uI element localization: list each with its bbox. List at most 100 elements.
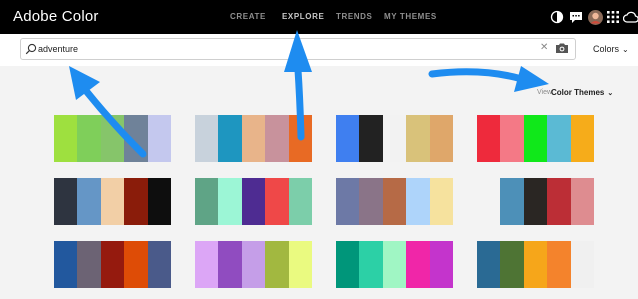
color-swatch xyxy=(241,178,266,225)
color-swatch xyxy=(406,178,430,225)
color-theme-card[interactable] xyxy=(477,241,595,288)
color-swatch xyxy=(218,241,242,288)
color-theme-card[interactable] xyxy=(54,178,172,225)
color-swatch xyxy=(195,115,219,162)
color-swatch xyxy=(147,115,172,162)
color-swatch xyxy=(359,178,383,225)
color-theme-card[interactable] xyxy=(195,115,313,162)
color-swatch xyxy=(429,241,454,288)
color-swatch xyxy=(382,178,407,225)
chat-glyph xyxy=(570,11,582,23)
color-swatch xyxy=(547,178,571,225)
color-swatch xyxy=(288,115,313,162)
color-swatch xyxy=(336,115,360,162)
color-swatch xyxy=(241,241,266,288)
color-swatch xyxy=(477,241,501,288)
color-swatch xyxy=(124,178,148,225)
creative-cloud-icon[interactable] xyxy=(623,9,638,25)
color-swatch xyxy=(547,241,571,288)
app-title[interactable]: Adobe Color xyxy=(13,8,99,25)
chevron-down-icon: ⌄ xyxy=(607,90,614,97)
color-swatch xyxy=(195,241,219,288)
color-swatch xyxy=(382,241,407,288)
apps-grid-glyph xyxy=(607,11,619,23)
color-swatch xyxy=(100,178,125,225)
color-theme-card[interactable] xyxy=(336,241,454,288)
color-swatch xyxy=(147,178,172,225)
color-swatch xyxy=(547,115,571,162)
color-swatch xyxy=(124,241,148,288)
color-theme-card[interactable] xyxy=(477,115,595,162)
nav-explore[interactable]: EXPLORE xyxy=(282,12,324,21)
color-swatch xyxy=(570,241,595,288)
color-swatch xyxy=(429,178,454,225)
colors-filter-dropdown[interactable]: Colors ⌄ xyxy=(593,44,629,54)
color-theme-card[interactable] xyxy=(195,178,313,225)
view-dropdown-value: Color Themes xyxy=(551,88,605,97)
chevron-down-icon: ⌄ xyxy=(622,45,629,54)
color-theme-card[interactable] xyxy=(336,178,454,225)
theme-toggle-icon[interactable] xyxy=(549,9,565,25)
color-swatch xyxy=(195,178,219,225)
nav-trends[interactable]: TRENDS xyxy=(336,12,373,21)
clear-search-icon[interactable]: ✕ xyxy=(540,42,548,53)
creative-cloud-glyph xyxy=(623,11,638,23)
nav-create[interactable]: CREATE xyxy=(230,12,266,21)
color-swatch xyxy=(359,241,383,288)
color-swatch xyxy=(218,115,242,162)
color-swatch xyxy=(77,178,101,225)
colors-filter-label: Colors xyxy=(593,44,620,54)
color-swatch xyxy=(359,115,383,162)
color-swatch xyxy=(570,178,595,225)
color-swatch xyxy=(54,241,78,288)
adobe-color-window: Adobe Color CREATE EXPLORE TRENDS MY THE… xyxy=(0,0,638,299)
color-swatch xyxy=(218,178,242,225)
chat-icon[interactable] xyxy=(568,9,584,25)
color-swatch xyxy=(100,115,125,162)
color-swatch xyxy=(406,115,430,162)
view-dropdown[interactable]: Color Themes ⌄ xyxy=(551,88,613,97)
color-swatch xyxy=(265,241,289,288)
search-icon xyxy=(25,43,37,55)
color-swatch xyxy=(265,178,289,225)
color-swatch xyxy=(100,241,125,288)
color-theme-card[interactable] xyxy=(54,115,172,162)
view-label: View xyxy=(537,89,553,96)
color-swatch xyxy=(241,115,266,162)
color-swatch xyxy=(406,241,430,288)
color-swatch xyxy=(500,178,524,225)
search-input[interactable] xyxy=(38,41,478,57)
color-swatch xyxy=(477,178,501,225)
color-swatch xyxy=(570,115,595,162)
color-swatch xyxy=(382,115,407,162)
color-swatch xyxy=(336,241,360,288)
avatar-image xyxy=(587,9,603,25)
top-navigation-bar: Adobe Color CREATE EXPLORE TRENDS MY THE… xyxy=(0,0,638,34)
color-theme-card[interactable] xyxy=(477,178,595,225)
color-swatch xyxy=(54,178,78,225)
color-swatch xyxy=(500,115,524,162)
avatar[interactable] xyxy=(587,9,603,25)
color-swatch xyxy=(77,241,101,288)
color-theme-card[interactable] xyxy=(195,241,313,288)
color-swatch xyxy=(54,115,78,162)
color-theme-card[interactable] xyxy=(336,115,454,162)
apps-grid-icon[interactable] xyxy=(606,9,620,25)
color-swatch xyxy=(288,241,313,288)
color-swatch xyxy=(523,115,548,162)
color-theme-card[interactable] xyxy=(54,241,172,288)
color-swatch xyxy=(523,178,548,225)
color-swatch xyxy=(77,115,101,162)
nav-my-themes[interactable]: MY THEMES xyxy=(384,12,437,21)
theme-toggle-glyph xyxy=(550,10,564,24)
color-swatch xyxy=(147,241,172,288)
color-swatch xyxy=(477,115,501,162)
camera-icon[interactable] xyxy=(555,42,569,54)
color-swatch xyxy=(124,115,148,162)
color-swatch xyxy=(500,241,524,288)
color-swatch xyxy=(265,115,289,162)
color-swatch xyxy=(288,178,313,225)
color-swatch xyxy=(336,178,360,225)
color-swatch xyxy=(523,241,548,288)
color-swatch xyxy=(429,115,454,162)
